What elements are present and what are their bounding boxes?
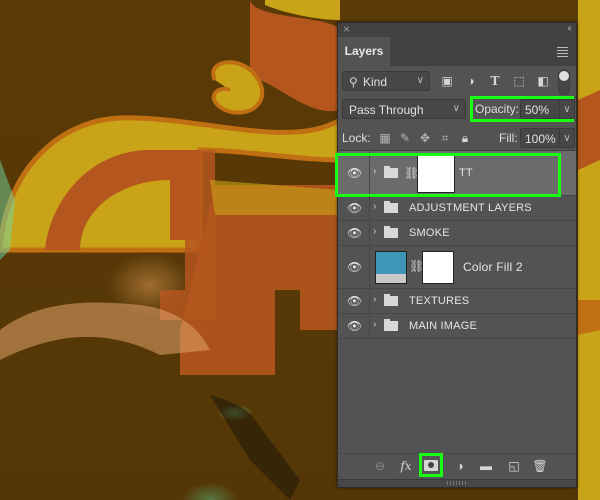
layer-mask-thumbnail[interactable] — [422, 251, 454, 284]
filter-kind-dropdown[interactable]: ⚲ Kind ∨ — [342, 71, 430, 91]
chevron-down-icon: ∨ — [416, 75, 424, 86]
opacity-slider-toggle[interactable]: ∨ — [559, 99, 575, 119]
visibility-toggle[interactable]: 👁︎ — [338, 221, 370, 245]
folder-icon — [384, 319, 398, 331]
visibility-toggle[interactable]: 👁︎ — [338, 246, 370, 288]
lock-artboard-icon[interactable]: ⌗ — [438, 131, 452, 145]
kind-label: Kind — [363, 75, 388, 89]
layer-row[interactable]: 👁︎ ⛓ Color Fill 2 — [338, 246, 576, 289]
blend-mode-dropdown[interactable]: Pass Through ∨ — [342, 99, 466, 119]
right-edge-art — [578, 0, 600, 500]
visibility-toggle[interactable]: 👁︎ — [338, 289, 370, 313]
filter-toggle[interactable] — [558, 69, 570, 95]
visibility-toggle[interactable]: 👁︎ — [338, 314, 370, 338]
filter-row: ⚲ Kind ∨ ▣ ◑ T ⬚ ◧ — [342, 69, 572, 95]
tab-bar: Layers — [338, 37, 576, 66]
expand-arrow-icon[interactable]: › — [373, 226, 376, 237]
expand-arrow-icon[interactable]: › — [373, 319, 376, 330]
smart-object-filter-icon[interactable]: ◧ — [536, 74, 550, 88]
lock-all-icon[interactable]: 🔒︎ — [458, 131, 472, 145]
layer-name: MAIN IMAGE — [409, 320, 478, 332]
fill-layer-thumbnail[interactable] — [375, 251, 407, 284]
type-filter-icon[interactable]: T — [488, 74, 502, 88]
right-edge-letter — [578, 90, 600, 170]
blend-mode-value: Pass Through — [349, 103, 424, 117]
image-filter-icon[interactable]: ▣ — [440, 74, 454, 88]
delete-icon[interactable]: 🗑︎ — [532, 458, 548, 474]
eye-icon: 👁︎ — [347, 260, 363, 274]
folder-icon — [384, 226, 398, 238]
lock-image-pixels-icon[interactable]: ✎ — [398, 131, 412, 145]
microphone — [210, 395, 300, 500]
layer-row[interactable]: 👁︎ › TEXTURES — [338, 289, 576, 314]
folder-icon — [384, 201, 398, 213]
layer-name: TEXTURES — [409, 295, 470, 307]
opacity-label: Opacity: — [475, 102, 520, 116]
opacity-input[interactable]: 50% — [520, 99, 560, 119]
visibility-toggle[interactable]: 👁︎ — [338, 196, 370, 220]
fx-icon[interactable]: fx — [398, 458, 414, 474]
layer-row[interactable]: 👁︎ › ADJUSTMENT LAYERS — [338, 196, 576, 221]
new-layer-icon[interactable]: ◱ — [506, 458, 522, 474]
expand-arrow-icon[interactable]: › — [373, 294, 376, 305]
layers-list: 👁︎ › ⛓ TT 👁︎ › ADJUSTMENT LAYERS 👁︎ › SM… — [335, 150, 576, 451]
resize-grip[interactable] — [338, 479, 576, 487]
fill-input[interactable]: 100% — [520, 128, 560, 148]
layer-row[interactable]: 👁︎ › SMOKE — [338, 221, 576, 246]
fill-color-swatch — [376, 252, 406, 274]
lock-label: Lock: — [342, 131, 371, 145]
fill-slider-toggle[interactable]: ∨ — [559, 128, 575, 148]
link-layers-icon[interactable]: ⊖ — [372, 458, 388, 474]
close-icon[interactable]: × — [343, 22, 350, 36]
layer-name: SMOKE — [409, 227, 450, 239]
new-group-icon[interactable]: ▬ — [478, 458, 494, 474]
shape-filter-icon[interactable]: ⬚ — [512, 74, 526, 88]
eye-icon: 👁︎ — [347, 319, 363, 333]
eye-icon: 👁︎ — [347, 201, 363, 215]
right-edge-stroke — [578, 300, 600, 335]
eye-icon: 👁︎ — [347, 226, 363, 240]
lock-row: Lock: ▦ ✎ ✥ ⌗ 🔒︎ Fill: 100% ∨ — [342, 127, 575, 149]
panel-menu-icon[interactable] — [557, 47, 568, 59]
panel-titlebar: × ‹‹ — [338, 22, 576, 37]
add-mask-highlight — [419, 453, 443, 477]
tab-layers[interactable]: Layers — [338, 37, 390, 66]
eye-icon: 👁︎ — [347, 294, 363, 308]
lock-transparent-pixels-icon[interactable]: ▦ — [378, 131, 392, 145]
collapse-icon[interactable]: ‹‹ — [567, 23, 571, 34]
adjustment-filter-icon[interactable]: ◑ — [464, 74, 478, 88]
adjustment-layer-icon[interactable]: ◑ — [452, 458, 468, 474]
layer-name: Color Fill 2 — [463, 260, 523, 274]
expand-arrow-icon[interactable]: › — [373, 201, 376, 212]
bottom-toolbar: ⊖ fx ◑ ▬ ◱ 🗑︎ — [338, 453, 576, 478]
search-icon: ⚲ — [349, 75, 358, 89]
layer-name: ADJUSTMENT LAYERS — [409, 202, 532, 214]
folder-icon — [384, 294, 398, 306]
blend-row: Pass Through ∨ Opacity: 50% ∨ — [342, 96, 575, 122]
chevron-down-icon: ∨ — [452, 103, 460, 114]
selected-layer-highlight — [335, 153, 561, 197]
lock-position-icon[interactable]: ✥ — [418, 131, 432, 145]
layers-panel: × ‹‹ Layers ⚲ Kind ∨ ▣ ◑ T ⬚ ◧ Pass Thro… — [335, 22, 577, 488]
layer-row[interactable]: 👁︎ › MAIN IMAGE — [338, 314, 576, 339]
fill-label: Fill: — [499, 131, 518, 145]
